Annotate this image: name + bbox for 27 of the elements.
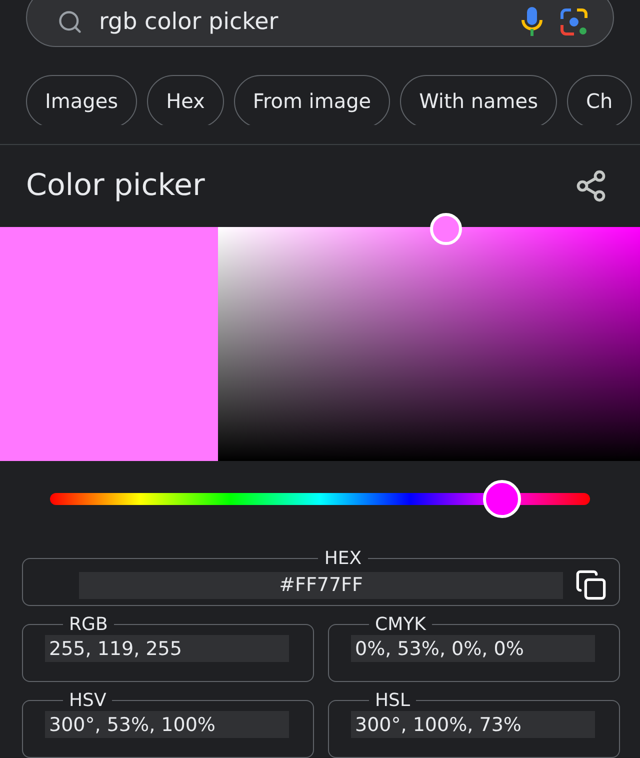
hue-spectrum-track[interactable] [50, 492, 590, 504]
filter-chip[interactable]: Ch [567, 74, 632, 125]
filter-chip[interactable]: Images [26, 74, 138, 125]
filter-chip[interactable]: From image [234, 74, 390, 125]
color-field-thumb[interactable] [430, 213, 462, 245]
search-icon [57, 9, 83, 36]
filter-chip[interactable]: With names [400, 74, 557, 125]
field-label: HEX [323, 548, 363, 569]
copy-icon[interactable] [575, 569, 607, 601]
field-label: CMYK [374, 614, 428, 635]
card-title: Color picker [26, 168, 205, 204]
format-value-input[interactable]: 255, 119, 255 [45, 635, 289, 662]
share-icon[interactable] [574, 168, 608, 203]
format-value-input[interactable]: 300°, 53%, 100% [45, 711, 289, 738]
field-label: HSL [374, 690, 411, 711]
search-bar[interactable]: rgb color picker [26, 0, 614, 47]
filter-chip[interactable]: Hex [147, 74, 224, 125]
search-query: rgb color picker [99, 9, 280, 36]
microphone-icon[interactable] [521, 6, 543, 38]
format-value-input[interactable]: 0%, 53%, 0%, 0% [351, 635, 595, 662]
hue-slider-thumb[interactable] [482, 480, 521, 518]
hex-input[interactable]: #FF77FF [79, 572, 563, 598]
field-label: HSV [68, 690, 108, 711]
field-label: RGB [68, 614, 109, 635]
format-value-input[interactable]: 300°, 100%, 73% [351, 711, 595, 738]
saturation-value-field[interactable] [218, 227, 640, 461]
camera-icon[interactable] [559, 7, 589, 38]
